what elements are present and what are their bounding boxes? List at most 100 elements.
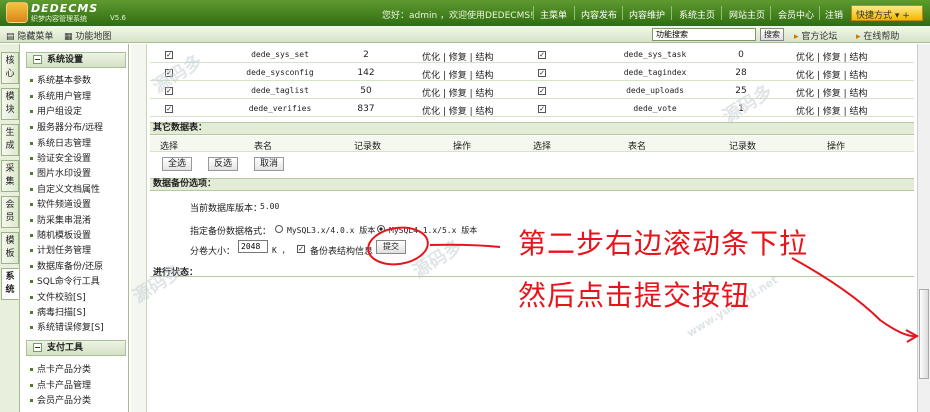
col-header: 表名	[628, 142, 647, 152]
menu-item[interactable]: 系统日志管理	[30, 136, 91, 149]
menu-item[interactable]: 服务器分布/远程	[30, 120, 103, 133]
struct-checkbox[interactable]: ✓	[297, 245, 305, 253]
collapse-icon: −	[33, 55, 42, 64]
nav-system-home[interactable]: 系统主页	[679, 8, 715, 21]
table-ops[interactable]: 优化 | 修复 | 结构	[422, 104, 494, 117]
help-label: 在线帮助	[863, 32, 900, 42]
table-ops[interactable]: 优化 | 修复 | 结构	[796, 86, 868, 99]
function-search-button[interactable]: 搜索	[760, 28, 784, 41]
menu-item[interactable]: 防采集串混淆	[30, 213, 91, 226]
tab-collect[interactable]: 采集	[1, 160, 19, 192]
volume-size-input[interactable]	[238, 240, 268, 253]
cancel-selection-button[interactable]: 取消	[254, 157, 284, 171]
function-search-input[interactable]	[652, 28, 756, 41]
volume-unit: K ，	[272, 246, 290, 255]
nav-member-center[interactable]: 会员中心	[778, 8, 814, 21]
menu-item[interactable]: 系统错误修复[S]	[30, 320, 104, 333]
menu-item[interactable]: 病毒扫描[S]	[30, 305, 86, 318]
menu-item[interactable]: 自定义文档属性	[30, 182, 100, 195]
row-checkbox[interactable]: ✓	[538, 51, 546, 59]
row-checkbox[interactable]: ✓	[165, 105, 173, 113]
table-ops[interactable]: 优化 | 修复 | 结构	[796, 104, 868, 117]
table-ops[interactable]: 优化 | 修复 | 结构	[422, 86, 494, 99]
map-icon: ▦	[64, 32, 73, 42]
official-forum-link[interactable]: ▸ 官方论坛	[794, 29, 837, 42]
chevron-down-icon: ▾	[894, 11, 900, 21]
menu-item[interactable]: 会员产品分类	[30, 393, 91, 406]
menu-item[interactable]: SQL命令行工具	[30, 274, 100, 287]
menu-icon: ▤	[6, 32, 15, 42]
menu-item[interactable]: 用户组设定	[30, 104, 82, 117]
hide-menu-link[interactable]: ▤ 隐藏菜单	[6, 29, 53, 42]
menu-item[interactable]: 文件校验[S]	[30, 290, 86, 303]
db-version-label: 当前数据库版本：	[190, 204, 263, 214]
row-checkbox[interactable]: ✓	[538, 105, 546, 113]
menu-section-title: 支付工具	[47, 343, 84, 353]
brand-subtitle: 织梦内容管理系统	[31, 15, 87, 23]
table-name: dede_sys_task	[623, 50, 687, 59]
tab-module[interactable]: 模块	[1, 88, 19, 120]
backup-options-title: 数据备份选项：	[150, 178, 914, 191]
menu-item[interactable]: 随机模板设置	[30, 228, 91, 241]
tab-system[interactable]: 系统	[1, 268, 19, 300]
format-radio-mysql3[interactable]	[275, 225, 283, 233]
table-name: dede_vote	[633, 104, 677, 113]
menu-item[interactable]: 系统基本参数	[30, 73, 91, 86]
menu-splitter[interactable]	[131, 44, 147, 412]
record-count: 0	[738, 50, 744, 60]
nav-separator	[770, 6, 771, 20]
left-category-tabs: 核心 模块 生成 采集 会员 模板 系统	[0, 44, 20, 412]
table-ops[interactable]: 优化 | 修复 | 结构	[422, 50, 494, 63]
row-checkbox[interactable]: ✓	[538, 69, 546, 77]
row-checkbox[interactable]: ✓	[165, 51, 173, 59]
table-row: ✓ dede_sysconfig 142 优化 | 修复 | 结构 ✓ dede…	[150, 65, 914, 81]
tab-core[interactable]: 核心	[1, 52, 19, 84]
nav-content-maintain[interactable]: 内容维护	[629, 8, 665, 21]
menu-item[interactable]: 计划任务管理	[30, 243, 91, 256]
vertical-scrollbar[interactable]	[917, 44, 930, 412]
record-count: 142	[357, 68, 375, 78]
table-ops[interactable]: 优化 | 修复 | 结构	[796, 68, 868, 81]
menu-item[interactable]: 图片水印设置	[30, 166, 91, 179]
tab-member[interactable]: 会员	[1, 196, 19, 228]
table-name: dede_sys_set	[251, 50, 309, 59]
tab-template[interactable]: 模板	[1, 232, 19, 264]
menu-item[interactable]: 软件频道设置	[30, 197, 91, 210]
row-checkbox[interactable]: ✓	[538, 87, 546, 95]
menu-item[interactable]: 点卡产品管理	[30, 378, 91, 391]
quick-menu-label: 快捷方式	[856, 11, 893, 21]
col-header: 选择	[533, 142, 552, 152]
nav-main-menu[interactable]: 主菜单	[540, 8, 567, 21]
function-map-link[interactable]: ▦ 功能地图	[64, 29, 111, 42]
submit-backup-button[interactable]: 提交	[376, 240, 406, 254]
record-count: 837	[357, 104, 375, 114]
menu-section-pay[interactable]: − 支付工具	[26, 340, 126, 356]
nav-content-publish[interactable]: 内容发布	[581, 8, 617, 21]
plus-icon: +	[902, 11, 910, 21]
annotation-line-1: 第二步右边滚动条下拉	[518, 227, 809, 260]
quick-menu-button[interactable]: 快捷方式 ▾ +	[851, 5, 923, 21]
record-count: 28	[735, 68, 747, 78]
sub-toolbar: ▤ 隐藏菜单 ▦ 功能地图 搜索 ▸ 官方论坛 ▸ 在线帮助	[0, 26, 930, 43]
menu-item-db-backup[interactable]: 数据库备份/还原	[30, 259, 103, 272]
tab-generate[interactable]: 生成	[1, 124, 19, 156]
format-radio-mysql41[interactable]	[377, 225, 385, 233]
table-name: dede_tagindex	[623, 68, 687, 77]
menu-item[interactable]: 验证安全设置	[30, 151, 91, 164]
menu-section-system[interactable]: − 系统设置	[26, 52, 126, 68]
nav-site-home[interactable]: 网站主页	[729, 8, 765, 21]
online-help-link[interactable]: ▸ 在线帮助	[856, 29, 899, 42]
nav-logout[interactable]: 注销	[825, 8, 843, 21]
arrow-icon: ▸	[794, 32, 799, 42]
select-all-button[interactable]: 全选	[162, 157, 192, 171]
nav-separator	[533, 6, 534, 20]
col-header: 记录数	[729, 142, 757, 152]
menu-item[interactable]: 系统用户管理	[30, 89, 91, 102]
table-ops[interactable]: 优化 | 修复 | 结构	[422, 68, 494, 81]
invert-selection-button[interactable]: 反选	[208, 157, 238, 171]
table-name: dede_verifies	[248, 104, 312, 113]
menu-item[interactable]: 点卡产品分类	[30, 362, 91, 375]
scrollbar-thumb[interactable]	[919, 289, 929, 379]
table-ops[interactable]: 优化 | 修复 | 结构	[796, 50, 868, 63]
menu-section-title: 系统设置	[47, 55, 84, 65]
